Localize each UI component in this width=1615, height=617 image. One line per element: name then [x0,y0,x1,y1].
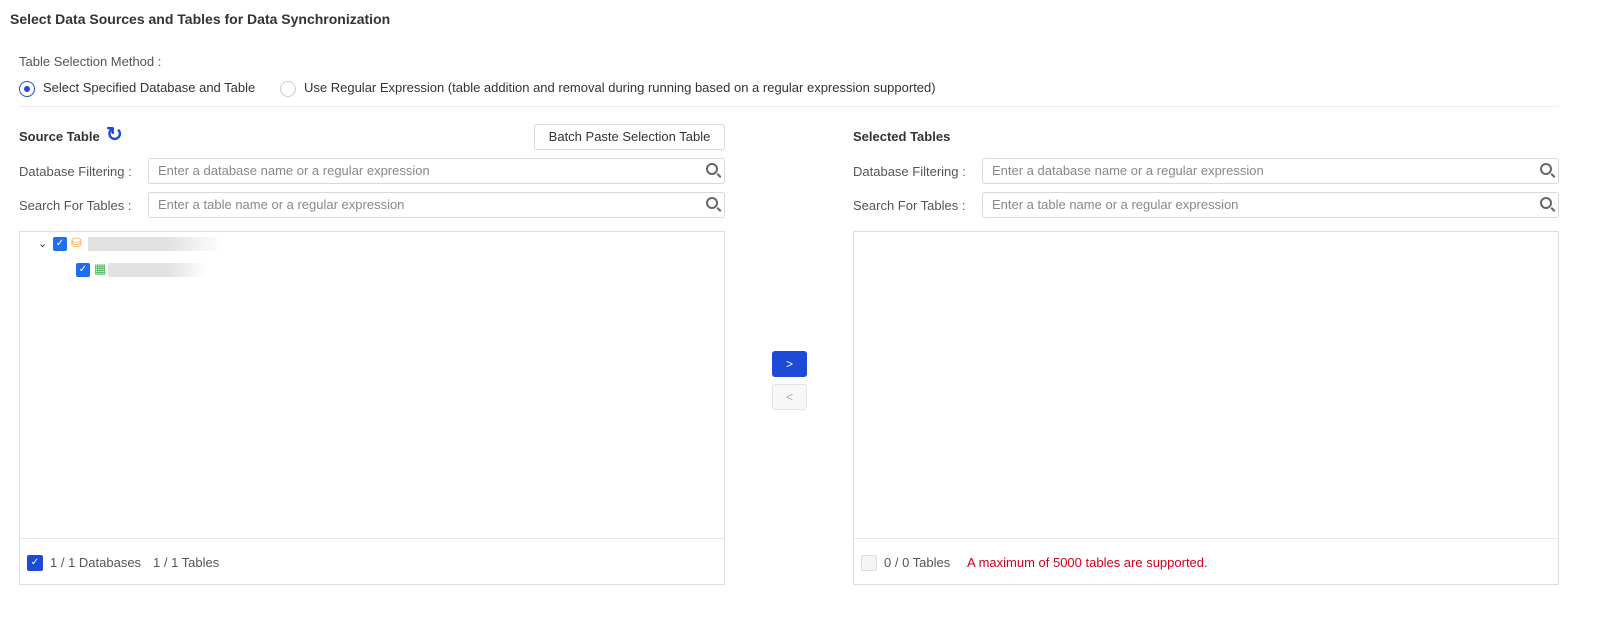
max-tables-warning: A maximum of 5000 tables are supported. [967,555,1208,570]
select-all-checkbox[interactable]: ✓ [27,555,43,571]
source-title: Source Table [19,129,100,144]
table-count: 1 / 1 Tables [153,555,220,570]
search-icon [706,197,718,209]
search-icon [1540,197,1552,209]
db-count: 1 / 1 Databases [50,555,142,570]
radio-specified[interactable]: Select Specified Database and Table [19,80,255,97]
divider [19,106,1559,107]
search-icon [1540,163,1552,175]
table-name-redacted [108,263,208,277]
selected-title: Selected Tables [853,129,951,144]
batch-paste-button[interactable]: Batch Paste Selection Table [534,124,725,150]
table-search-label: Search For Tables : [853,198,966,213]
divider [20,538,724,539]
radio-regex[interactable]: Use Regular Expression (table addition a… [280,80,936,97]
refresh-icon[interactable]: ↻ [106,122,123,147]
db-filter-label: Database Filtering : [853,164,966,179]
chevron-down-icon[interactable]: ⌄ [38,237,47,250]
table-search-label: Search For Tables : [19,198,132,213]
radio-label: Use Regular Expression (table addition a… [304,80,936,95]
database-icon: ⛁ [71,235,82,250]
selected-db-filter-input[interactable]: Enter a database name or a regular expre… [982,158,1559,184]
method-label: Table Selection Method : [19,54,162,69]
page-title: Select Data Sources and Tables for Data … [10,11,391,27]
search-icon [706,163,718,175]
table-checkbox[interactable]: ✓ [76,263,90,277]
table-icon: ▦ [94,261,107,276]
radio-icon [280,80,296,97]
divider [854,538,1558,539]
source-db-filter-input[interactable]: Enter a database name or a regular expre… [148,158,725,184]
move-left-button[interactable]: < [772,384,807,410]
selected-panel: 0 / 0 Tables A maximum of 5000 tables ar… [853,231,1559,585]
radio-label: Select Specified Database and Table [43,80,256,95]
source-table-search-input[interactable]: Enter a table name or a regular expressi… [148,192,725,218]
select-all-checkbox[interactable] [861,555,877,571]
radio-icon [19,80,35,97]
source-tree-panel: ⌄ ✓ ⛁ ✓ ▦ ✓ 1 / 1 Databases 1 / 1 Tables [19,231,725,585]
selected-table-search-input[interactable]: Enter a table name or a regular expressi… [982,192,1559,218]
table-count: 0 / 0 Tables [884,555,951,570]
move-right-button[interactable]: > [772,351,807,377]
db-checkbox[interactable]: ✓ [53,237,67,251]
db-filter-label: Database Filtering : [19,164,132,179]
db-name-redacted [88,237,223,251]
